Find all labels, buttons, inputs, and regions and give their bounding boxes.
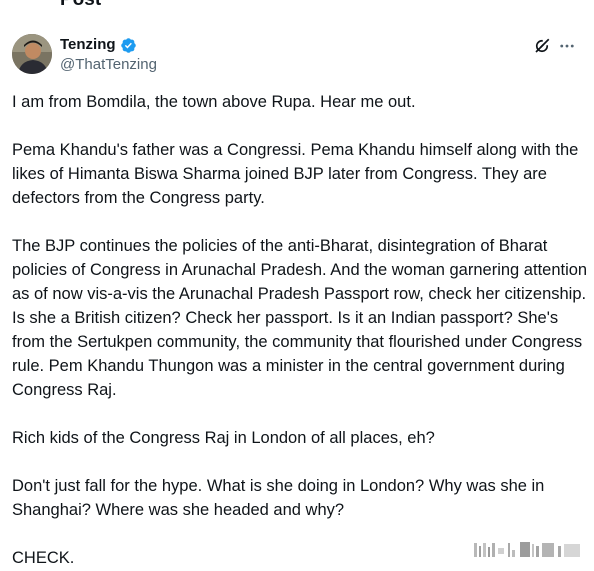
tweet-paragraph: Pema Khandu's father was a Congressi. Pe…: [12, 141, 579, 207]
watermark-logo: [474, 542, 580, 557]
tweet-text: I am from Bomdila, the town above Rupa. …: [12, 90, 588, 571]
author-handle[interactable]: @ThatTenzing: [60, 56, 157, 74]
tweet-paragraph: Rich kids of the Congress Raj in London …: [12, 429, 435, 447]
verified-badge-icon: [120, 37, 136, 53]
tweet-paragraph: The BJP continues the policies of the an…: [12, 237, 588, 399]
avatar[interactable]: [12, 34, 52, 74]
tweet-paragraph: Don't just fall for the hype. What is sh…: [12, 477, 545, 519]
display-name[interactable]: Tenzing: [60, 36, 116, 54]
more-options-icon[interactable]: [558, 37, 576, 55]
grok-icon[interactable]: [533, 37, 551, 55]
page-title: Post: [60, 0, 101, 10]
post-header: Tenzing @ThatTenzing: [12, 34, 582, 76]
author-name-row: Tenzing: [60, 36, 137, 54]
tweet-paragraph: I am from Bomdila, the town above Rupa. …: [12, 93, 416, 111]
avatar-image: [12, 34, 52, 74]
